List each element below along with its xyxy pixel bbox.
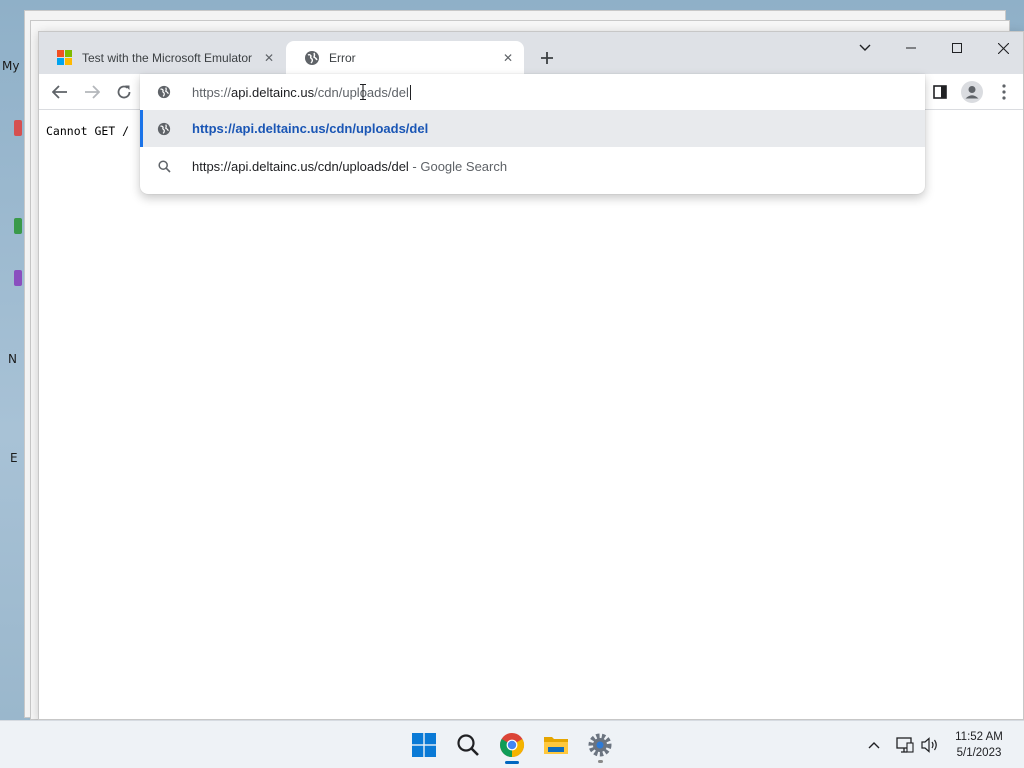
ibeam-cursor-icon bbox=[360, 84, 366, 100]
url-scheme: https:// bbox=[192, 84, 232, 100]
chevron-down-icon bbox=[859, 44, 871, 51]
tab-error[interactable]: Error ✕ bbox=[286, 41, 524, 74]
chevron-up-icon bbox=[868, 742, 880, 749]
suggestion-text: https://api.deltainc.us/cdn/uploads/del bbox=[192, 121, 429, 136]
clock-date: 5/1/2023 bbox=[956, 747, 1002, 759]
tab-search-button[interactable] bbox=[842, 34, 888, 62]
minimize-button[interactable] bbox=[888, 34, 934, 62]
minimize-icon bbox=[906, 47, 916, 49]
arrow-left-icon bbox=[52, 85, 67, 99]
chrome-app[interactable] bbox=[492, 725, 532, 765]
gear-icon bbox=[588, 733, 612, 757]
search-icon bbox=[156, 159, 172, 175]
show-hidden-icons-button[interactable] bbox=[864, 735, 884, 755]
plus-icon bbox=[541, 52, 553, 64]
omnibox-suggestion-search[interactable]: https://api.deltainc.us/cdn/uploads/del … bbox=[140, 148, 925, 185]
search-button[interactable] bbox=[448, 725, 488, 765]
url-host: api.deltainc.us bbox=[231, 84, 315, 100]
omnibox-popup: https://api.deltainc.us/cdn/uploads/del … bbox=[140, 74, 925, 194]
address-bar[interactable]: https://api.deltainc.us/cdn/uploads/del bbox=[140, 74, 925, 110]
clock-time: 11:52 AM bbox=[955, 731, 1003, 743]
tab-title: Test with the Microsoft Emulator bbox=[82, 50, 253, 65]
search-icon bbox=[457, 734, 479, 756]
windows-logo-icon bbox=[412, 733, 436, 757]
forward-button[interactable] bbox=[78, 78, 106, 106]
suggestion-description: - Google Search bbox=[408, 159, 508, 174]
text-caret bbox=[409, 84, 411, 100]
new-tab-button[interactable] bbox=[536, 47, 558, 69]
tab-strip: Test with the Microsoft Emulator ✕ Error… bbox=[39, 32, 1023, 74]
taskbar: 11:52 AM 5/1/2023 bbox=[0, 720, 1024, 768]
three-dots-icon bbox=[1002, 84, 1006, 100]
reload-icon bbox=[117, 85, 131, 99]
browser-window: Test with the Microsoft Emulator ✕ Error… bbox=[38, 31, 1024, 720]
page-error-text: Cannot GET / bbox=[46, 124, 130, 138]
maximize-icon bbox=[952, 43, 962, 53]
desktop-icon-label[interactable]: My bbox=[2, 59, 19, 73]
tab-microsoft-emulator[interactable]: Test with the Microsoft Emulator ✕ bbox=[39, 41, 285, 74]
start-button[interactable] bbox=[404, 725, 444, 765]
suggestion-text: https://api.deltainc.us/cdn/uploads/del … bbox=[192, 159, 507, 174]
globe-icon bbox=[156, 84, 172, 100]
suggestion-query: https://api.deltainc.us/cdn/uploads/del bbox=[192, 159, 409, 174]
close-tab-icon[interactable]: ✕ bbox=[261, 50, 277, 66]
chrome-icon bbox=[500, 733, 525, 757]
chrome-menu-button[interactable] bbox=[990, 78, 1018, 106]
folder-icon bbox=[544, 737, 568, 754]
tab-title: Error bbox=[329, 50, 356, 65]
desktop-app-icon[interactable] bbox=[14, 270, 22, 286]
desktop-app-icon[interactable] bbox=[14, 120, 22, 136]
microsoft-logo-icon bbox=[57, 49, 73, 66]
arrow-right-icon bbox=[85, 85, 100, 99]
desktop-icon-label[interactable]: E bbox=[10, 451, 18, 465]
profile-icon bbox=[961, 81, 983, 103]
volume-button[interactable] bbox=[920, 735, 940, 755]
side-panel-button[interactable] bbox=[926, 78, 954, 106]
side-panel-icon bbox=[933, 85, 947, 99]
maximize-button[interactable] bbox=[934, 34, 980, 62]
settings-app[interactable] bbox=[580, 725, 620, 765]
system-clock[interactable]: 11:52 AM 5/1/2023 bbox=[944, 729, 1014, 761]
desktop-app-icon[interactable] bbox=[14, 218, 22, 234]
address-bar-input[interactable]: https://api.deltainc.us/cdn/uploads/del bbox=[192, 84, 411, 100]
globe-icon bbox=[304, 50, 320, 66]
close-icon bbox=[997, 42, 1009, 54]
close-window-button[interactable] bbox=[980, 34, 1024, 62]
back-button[interactable] bbox=[46, 78, 74, 106]
reload-button[interactable] bbox=[110, 78, 138, 106]
network-icon bbox=[896, 737, 914, 753]
close-tab-icon[interactable]: ✕ bbox=[500, 50, 516, 66]
file-explorer-app[interactable] bbox=[536, 725, 576, 765]
network-button[interactable] bbox=[895, 735, 915, 755]
globe-icon bbox=[156, 121, 172, 137]
profile-button[interactable] bbox=[958, 78, 986, 106]
omnibox-suggestion-url[interactable]: https://api.deltainc.us/cdn/uploads/del bbox=[140, 110, 925, 147]
volume-icon bbox=[921, 737, 937, 753]
desktop-icon-label[interactable]: N bbox=[8, 352, 17, 366]
